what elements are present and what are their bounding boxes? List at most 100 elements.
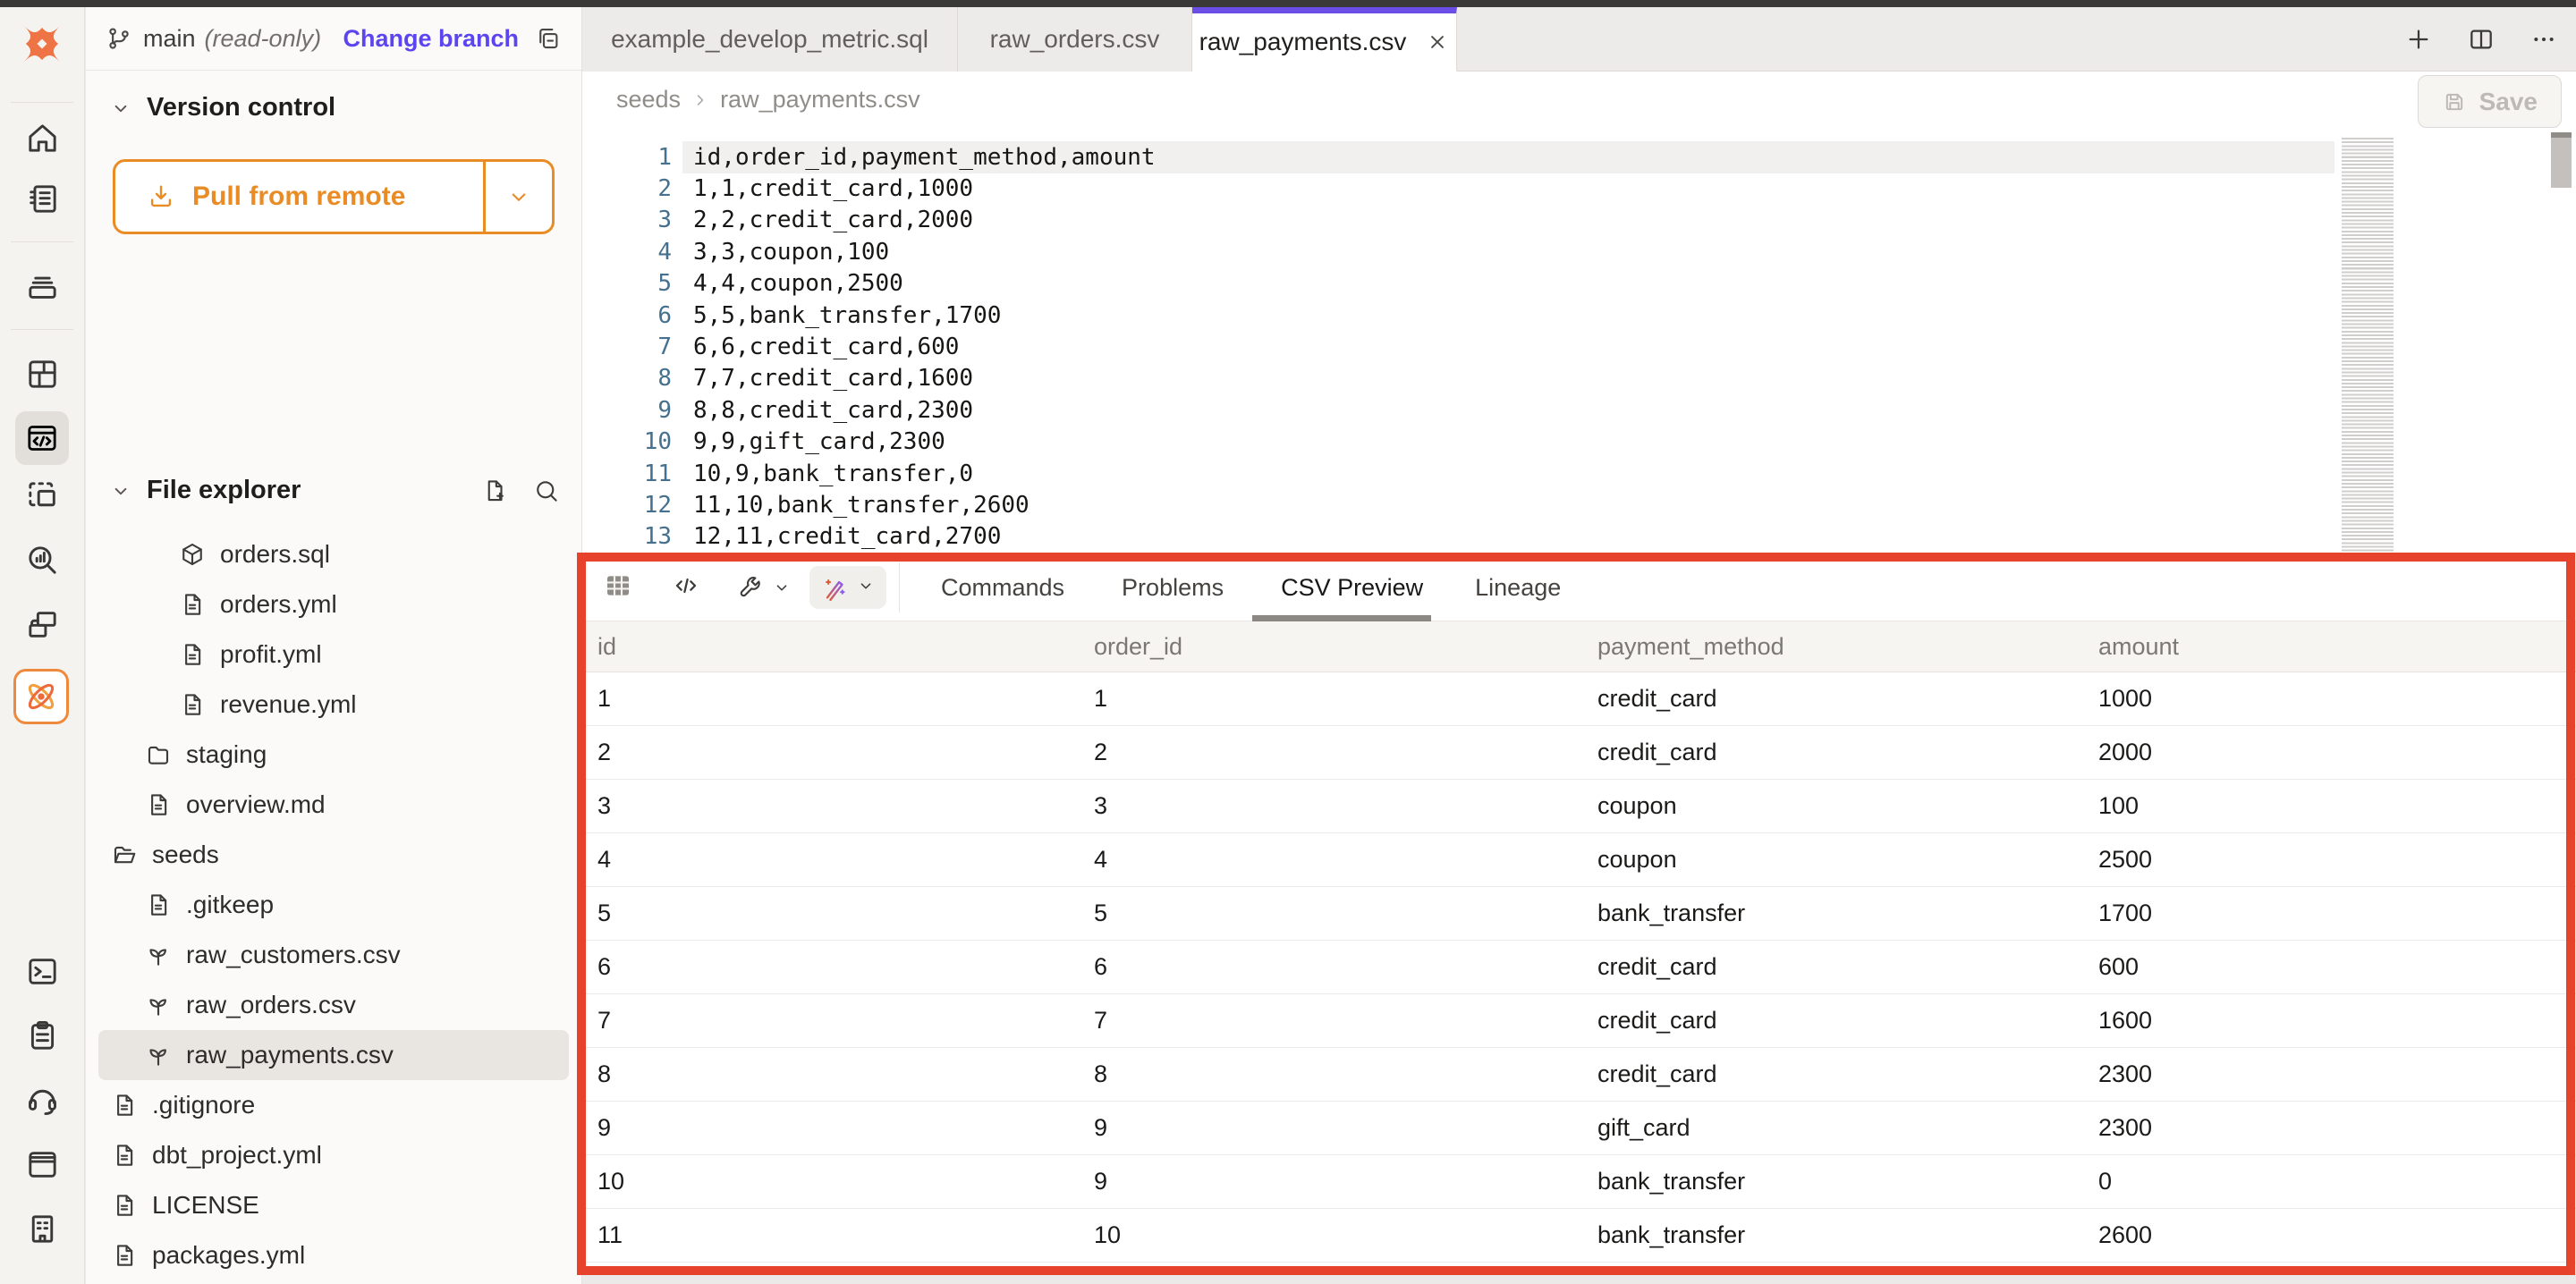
rail-item-notebook[interactable] bbox=[24, 181, 61, 217]
file-item-orders.sql[interactable]: orders.sql bbox=[98, 529, 569, 579]
window-top-edge bbox=[0, 0, 2576, 7]
editor-tab-raw_payments.csv[interactable]: raw_payments.csv bbox=[1192, 7, 1457, 72]
file-item-raw_payments.csv[interactable]: raw_payments.csv bbox=[98, 1030, 569, 1080]
editor-tab-raw_orders.csv[interactable]: raw_orders.csv bbox=[958, 7, 1192, 72]
pull-from-remote-button[interactable]: Pull from remote bbox=[115, 162, 483, 232]
csv-cell: credit_card bbox=[1597, 1060, 2098, 1088]
rail-item-docs[interactable] bbox=[24, 1146, 61, 1183]
file-item-packages.yml[interactable]: packages.yml bbox=[98, 1230, 569, 1280]
panel-tab-Commands[interactable]: Commands bbox=[941, 574, 1064, 602]
file-icon bbox=[179, 591, 206, 618]
csv-cell: 10 bbox=[597, 1168, 1094, 1195]
code-line-5[interactable]: 54,4,coupon,2500 bbox=[582, 268, 1156, 300]
file-item-.gitignore[interactable]: .gitignore bbox=[98, 1080, 569, 1130]
code-line-7[interactable]: 7 6,6,credit_card,600 bbox=[582, 331, 1156, 362]
csv-cell: 9 bbox=[597, 1114, 1094, 1142]
rail-item-canvas[interactable] bbox=[24, 477, 61, 514]
search-icon[interactable] bbox=[533, 477, 560, 504]
file-icon bbox=[179, 691, 206, 718]
rail-item-data-layers[interactable] bbox=[24, 268, 61, 305]
code-area[interactable]: 1id,order_id,payment_method,amount21,1,c… bbox=[582, 141, 1156, 553]
build-tools-icon bbox=[736, 574, 763, 601]
split-view-icon[interactable] bbox=[2467, 25, 2496, 54]
rail-item-code-editor[interactable] bbox=[15, 411, 69, 465]
editor-scrollbar[interactable] bbox=[2551, 132, 2572, 554]
code-line-4[interactable]: 4 3,3,coupon,100 bbox=[582, 236, 1156, 267]
new-tab-icon[interactable] bbox=[2404, 25, 2433, 54]
code-line-8[interactable]: 87,7,credit_card,1600 bbox=[582, 363, 1156, 394]
line-number: 3 bbox=[582, 207, 672, 233]
save-button[interactable]: Save bbox=[2418, 75, 2562, 128]
csv-cell: 9 bbox=[1094, 1114, 1597, 1142]
csv-row-3: 33coupon100 bbox=[582, 780, 2576, 833]
assist-wand-dropdown[interactable] bbox=[809, 566, 886, 609]
csv-cell: 10 bbox=[1094, 1221, 1597, 1249]
results-table-icon[interactable] bbox=[604, 571, 632, 600]
rail-item-query-search[interactable] bbox=[24, 542, 61, 579]
code-line-1[interactable]: 1id,order_id,payment_method,amount bbox=[582, 141, 1156, 173]
copy-icon[interactable] bbox=[535, 25, 562, 52]
panel-tab-Lineage[interactable]: Lineage bbox=[1475, 574, 1561, 602]
csv-cell: 1 bbox=[1094, 685, 1597, 713]
line-text: 3,3,coupon,100 bbox=[693, 239, 889, 266]
code-line-11[interactable]: 1110,9,bank_transfer,0 bbox=[582, 458, 1156, 489]
line-number: 11 bbox=[582, 460, 672, 487]
editor-tab-example_develop_metric.sql[interactable]: example_develop_metric.sql bbox=[582, 7, 958, 72]
line-text: 4,4,coupon,2500 bbox=[693, 270, 903, 297]
file-item-.gitkeep[interactable]: .gitkeep bbox=[98, 880, 569, 930]
code-line-13[interactable]: 1312,11,credit_card,2700 bbox=[582, 521, 1156, 553]
rail-item-support-headset[interactable] bbox=[24, 1082, 61, 1119]
panel-tab-CSV Preview[interactable]: CSV Preview bbox=[1281, 574, 1423, 602]
file-item-revenue.yml[interactable]: revenue.yml bbox=[98, 680, 569, 730]
file-item-dbt_project.yml[interactable]: dbt_project.yml bbox=[98, 1130, 569, 1180]
pull-options-dropdown[interactable] bbox=[486, 162, 552, 232]
file-item-orders.yml[interactable]: orders.yml bbox=[98, 579, 569, 629]
minimap[interactable] bbox=[2342, 138, 2394, 554]
code-line-6[interactable]: 65,5,bank_transfer,1700 bbox=[582, 300, 1156, 331]
code-line-9[interactable]: 98,8,credit_card,2300 bbox=[582, 394, 1156, 426]
code-line-2[interactable]: 21,1,credit_card,1000 bbox=[582, 173, 1156, 204]
code-view-icon[interactable] bbox=[672, 571, 700, 600]
file-item-LICENSE[interactable]: LICENSE bbox=[98, 1180, 569, 1230]
build-tools-dropdown[interactable] bbox=[736, 574, 792, 601]
assist-wand-icon bbox=[820, 573, 849, 602]
panel-tab-Problems[interactable]: Problems bbox=[1122, 574, 1224, 602]
rail-item-home[interactable] bbox=[24, 120, 61, 156]
line-number: 7 bbox=[582, 334, 672, 360]
csv-cell: credit_card bbox=[1597, 739, 2098, 766]
line-number: 12 bbox=[582, 492, 672, 519]
csv-row-9: 99gift_card2300 bbox=[582, 1102, 2576, 1155]
chevron-down-icon[interactable] bbox=[109, 479, 132, 503]
code-line-10[interactable]: 109,9,gift_card,2300 bbox=[582, 427, 1156, 458]
line-number: 4 bbox=[582, 239, 672, 266]
breadcrumb-folder[interactable]: seeds bbox=[616, 86, 681, 114]
main-panel: example_develop_metric.sqlraw_orders.csv… bbox=[582, 7, 2576, 1274]
version-control-header[interactable]: Version control bbox=[109, 93, 335, 122]
new-file-icon[interactable] bbox=[481, 477, 508, 504]
change-branch-link[interactable]: Change branch bbox=[343, 25, 519, 53]
file-item-overview.md[interactable]: overview.md bbox=[98, 780, 569, 830]
rail-item-windows[interactable] bbox=[24, 606, 61, 643]
rail-item-organization[interactable] bbox=[24, 1211, 61, 1247]
file-item-staging[interactable]: staging bbox=[98, 730, 569, 780]
csv-cell: coupon bbox=[1597, 792, 2098, 820]
line-text: 6,6,credit_card,600 bbox=[693, 334, 959, 360]
more-icon[interactable] bbox=[2529, 25, 2558, 54]
file-item-profit.yml[interactable]: profit.yml bbox=[98, 629, 569, 680]
rail-item-terminal[interactable] bbox=[24, 953, 61, 990]
close-icon[interactable] bbox=[1426, 30, 1449, 54]
scrollbar-thumb[interactable] bbox=[2551, 132, 2572, 188]
code-line-3[interactable]: 32,2,credit_card,2000 bbox=[582, 205, 1156, 236]
file-item-label: overview.md bbox=[186, 790, 326, 819]
rail-item-dashboard[interactable] bbox=[24, 356, 61, 393]
file-item-raw_orders.csv[interactable]: raw_orders.csv bbox=[98, 980, 569, 1030]
rail-item-dbt-assist[interactable] bbox=[13, 669, 69, 724]
file-explorer-title: File explorer bbox=[147, 476, 301, 505]
file-item-raw_customers.csv[interactable]: raw_customers.csv bbox=[98, 930, 569, 980]
code-line-12[interactable]: 1211,10,bank_transfer,2600 bbox=[582, 489, 1156, 520]
rail-item-clipboard[interactable] bbox=[24, 1018, 61, 1054]
file-icon bbox=[111, 1192, 138, 1219]
file-item-seeds[interactable]: seeds bbox=[98, 830, 569, 880]
editor-pane[interactable]: seeds raw_payments.csv Save 1id,order_id… bbox=[582, 72, 2576, 554]
line-text: id,order_id,payment_method,amount bbox=[693, 144, 1156, 171]
